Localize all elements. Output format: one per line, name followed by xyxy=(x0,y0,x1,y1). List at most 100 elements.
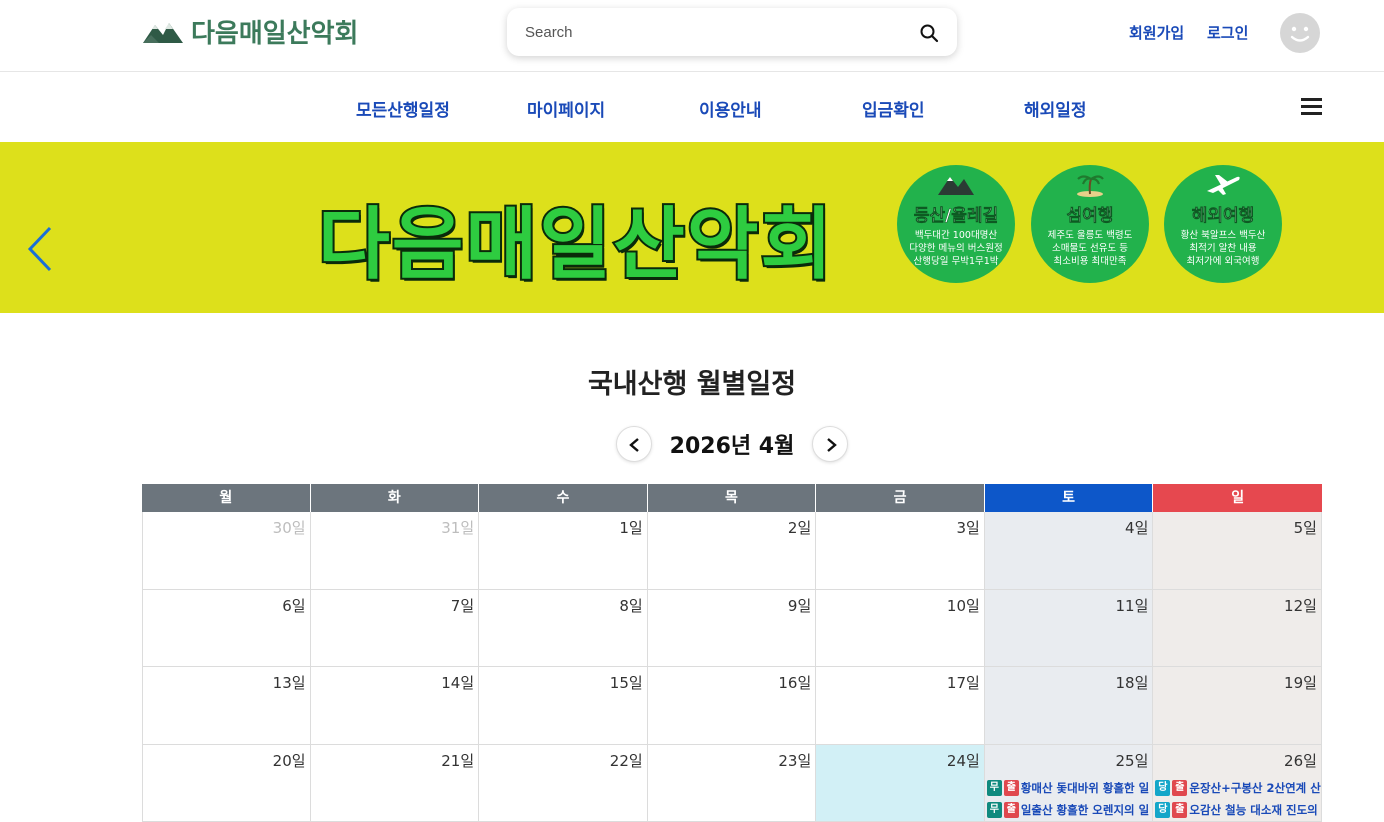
calendar-day[interactable]: 26일 당 출 운장산+구봉산 2산연계 산 당 출 오감산 철능 대소재 진도… xyxy=(1153,745,1322,822)
calendar-week: 20일 21일 22일 23일 24일 25일 무 출 황매산 돛대바위 황홀한… xyxy=(142,745,1322,822)
circle-title: 섬여행 xyxy=(1031,201,1149,226)
day-number: 7일 xyxy=(451,595,474,616)
day-number: 4일 xyxy=(1125,517,1148,538)
circle-line: 황산 북알프스 백두산 xyxy=(1164,227,1282,241)
circle-title: 해외여행 xyxy=(1164,201,1282,226)
calendar-day[interactable]: 8일 xyxy=(479,590,648,668)
calendar-day[interactable]: 17일 xyxy=(816,667,985,745)
nav-item-all-schedules[interactable]: 모든산행일정 xyxy=(356,96,450,121)
month-calendar: 월 화 수 목 금 토 일 30일 31일 1일 2일 3일 4일 5일 6일 … xyxy=(142,484,1322,822)
day-number: 9일 xyxy=(788,595,811,616)
calendar-day[interactable]: 1일 xyxy=(479,512,648,590)
next-month-button[interactable] xyxy=(812,426,848,462)
calendar-day[interactable]: 7일 xyxy=(311,590,480,668)
weekday-header: 수 xyxy=(479,484,648,512)
calendar-day[interactable]: 19일 xyxy=(1153,667,1322,745)
calendar-day[interactable]: 11일 xyxy=(985,590,1154,668)
day-number: 19일 xyxy=(1284,672,1317,693)
hero-banner: 다음매일산악회 등산/올레길 백두대간 100대명산 다양한 메뉴의 버스원정 … xyxy=(0,142,1384,313)
airplane-icon xyxy=(1203,171,1243,197)
weekday-header: 월 xyxy=(142,484,311,512)
calendar-day-today[interactable]: 24일 xyxy=(816,745,985,822)
prev-month-button[interactable] xyxy=(616,426,652,462)
day-number: 31일 xyxy=(441,517,474,538)
calendar-day[interactable]: 12일 xyxy=(1153,590,1322,668)
event-badge: 당 xyxy=(1155,802,1170,818)
day-number: 20일 xyxy=(273,750,306,771)
calendar-day[interactable]: 18일 xyxy=(985,667,1154,745)
event-title: 운장산+구봉산 2산연계 산 xyxy=(1189,780,1320,796)
day-number: 25일 xyxy=(1115,750,1148,771)
day-number: 17일 xyxy=(947,672,980,693)
day-number: 14일 xyxy=(441,672,474,693)
search-input[interactable] xyxy=(525,20,905,44)
nav-item-mypage[interactable]: 마이페이지 xyxy=(527,96,605,121)
calendar-day[interactable]: 2일 xyxy=(648,512,817,590)
event-badge: 무 xyxy=(987,802,1002,818)
calendar-day[interactable]: 15일 xyxy=(479,667,648,745)
calendar-day[interactable]: 5일 xyxy=(1153,512,1322,590)
weekday-header: 화 xyxy=(311,484,480,512)
menu-icon[interactable] xyxy=(1301,98,1322,116)
sunday-header: 일 xyxy=(1153,484,1322,512)
chevron-left-icon xyxy=(628,437,642,453)
calendar-day[interactable]: 4일 xyxy=(985,512,1154,590)
calendar-day[interactable]: 16일 xyxy=(648,667,817,745)
month-navigator: 2026년 4월 xyxy=(616,426,848,462)
calendar-day[interactable]: 6일 xyxy=(142,590,311,668)
day-number: 1일 xyxy=(619,517,642,538)
circle-line: 백두대간 100대명산 xyxy=(897,227,1015,241)
login-link[interactable]: 로그인 xyxy=(1207,22,1248,43)
calendar-day[interactable]: 30일 xyxy=(142,512,311,590)
day-number: 2일 xyxy=(788,517,811,538)
calendar-day[interactable]: 25일 무 출 황매산 돛대바위 황홀한 일 무 출 일출산 황홀한 오렌지의 … xyxy=(985,745,1154,822)
mountain-icon xyxy=(143,19,183,43)
signup-link[interactable]: 회원가입 xyxy=(1129,22,1184,43)
site-logo[interactable]: 다음매일산악회 xyxy=(143,14,358,48)
calendar-week: 13일 14일 15일 16일 17일 18일 19일 xyxy=(142,667,1322,745)
day-number: 8일 xyxy=(619,595,642,616)
calendar-header: 월 화 수 목 금 토 일 xyxy=(142,484,1322,512)
banner-title: 다음매일산악회 xyxy=(318,182,834,294)
calendar-day[interactable]: 14일 xyxy=(311,667,480,745)
nav-item-deposit[interactable]: 입금확인 xyxy=(862,96,925,121)
calendar-day[interactable]: 22일 xyxy=(479,745,648,822)
circle-overseas[interactable]: 해외여행 황산 북알프스 백두산 최적기 알찬 내용 최저가에 외국여행 xyxy=(1164,165,1282,283)
nav-item-overseas[interactable]: 해외일정 xyxy=(1024,96,1087,121)
avatar[interactable] xyxy=(1280,13,1320,53)
event-item[interactable]: 당 출 운장산+구봉산 2산연계 산 xyxy=(1155,779,1320,797)
event-badge: 출 xyxy=(1004,780,1019,796)
palm-tree-icon xyxy=(1070,171,1110,197)
calendar-day[interactable]: 23일 xyxy=(648,745,817,822)
calendar-day[interactable]: 21일 xyxy=(311,745,480,822)
event-item[interactable]: 무 출 황매산 돛대바위 황홀한 일 xyxy=(987,779,1149,797)
calendar-day[interactable]: 9일 xyxy=(648,590,817,668)
calendar-day[interactable]: 13일 xyxy=(142,667,311,745)
event-badge: 무 xyxy=(987,780,1002,796)
event-item[interactable]: 당 출 오감산 철능 대소재 진도의 xyxy=(1155,801,1317,819)
day-number: 24일 xyxy=(947,750,980,771)
event-item[interactable]: 무 출 일출산 황홀한 오렌지의 일 xyxy=(987,801,1149,819)
circle-title: 등산/올레길 xyxy=(897,201,1015,226)
calendar-week: 30일 31일 1일 2일 3일 4일 5일 xyxy=(142,512,1322,590)
saturday-header: 토 xyxy=(985,484,1154,512)
calendar-day[interactable]: 10일 xyxy=(816,590,985,668)
circle-island[interactable]: 섬여행 제주도 울릉도 백령도 소매물도 선유도 등 최소비용 최대만족 xyxy=(1031,165,1149,283)
calendar-day[interactable]: 20일 xyxy=(142,745,311,822)
day-number: 12일 xyxy=(1284,595,1317,616)
chevron-left-icon[interactable] xyxy=(26,224,56,274)
day-number: 22일 xyxy=(610,750,643,771)
day-number: 5일 xyxy=(1294,517,1317,538)
calendar-day[interactable]: 3일 xyxy=(816,512,985,590)
day-number: 6일 xyxy=(282,595,305,616)
search-icon[interactable] xyxy=(919,23,939,43)
logo-text: 다음매일산악회 xyxy=(191,13,358,50)
circle-line: 최적기 알찬 내용 xyxy=(1164,240,1282,254)
nav-item-guide[interactable]: 이용안내 xyxy=(699,96,762,121)
day-number: 26일 xyxy=(1284,750,1317,771)
calendar-day[interactable]: 31일 xyxy=(311,512,480,590)
circle-line: 소매물도 선유도 등 xyxy=(1031,240,1149,254)
circle-hiking[interactable]: 등산/올레길 백두대간 100대명산 다양한 메뉴의 버스원정 산행당일 무박1… xyxy=(897,165,1015,283)
chevron-right-icon xyxy=(824,437,838,453)
event-badge: 출 xyxy=(1172,802,1187,818)
